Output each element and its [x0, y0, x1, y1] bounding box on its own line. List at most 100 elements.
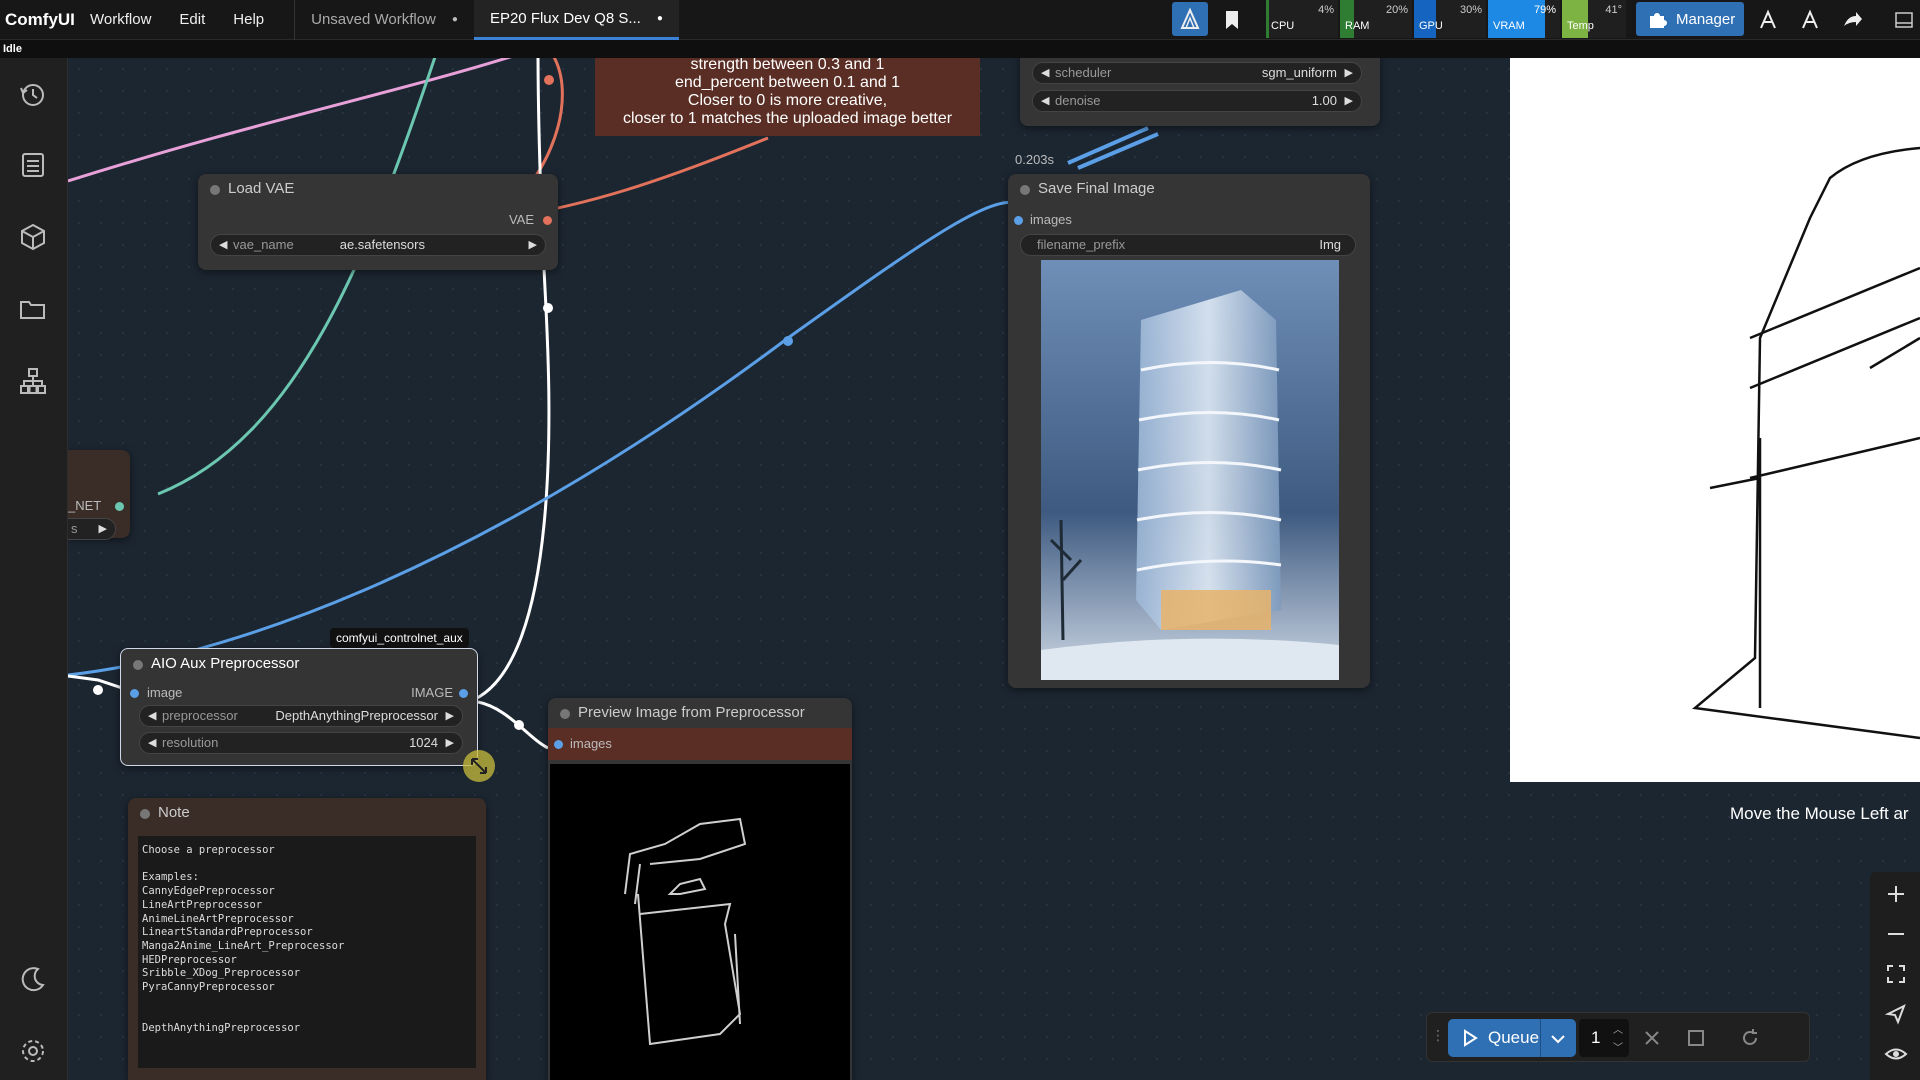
increment-icon[interactable]: ▶	[1345, 63, 1353, 83]
sketch-panel[interactable]	[1510, 58, 1920, 782]
preview-image-node[interactable]: Preview Image from Preprocessor images	[548, 698, 852, 1080]
save-image-node[interactable]: Save Final Image images filename_prefix …	[1008, 174, 1370, 688]
controlnet-node-partial[interactable]: _NET s ▶	[68, 450, 130, 540]
resize-cursor-icon	[471, 758, 487, 774]
decrement-icon[interactable]: ◀	[148, 733, 156, 753]
queue-list-icon[interactable]	[18, 150, 48, 180]
instruction-line: end_percent between 0.1 and 1	[674, 74, 901, 91]
images-input-port[interactable]	[554, 740, 563, 749]
denoise-widget[interactable]: ◀ denoise 1.00 ▶	[1032, 90, 1362, 112]
vae-output-port[interactable]	[543, 216, 552, 225]
images-input-port[interactable]	[1014, 216, 1023, 225]
moon-icon[interactable]	[18, 964, 48, 994]
batch-count-input[interactable]: 1 ︿ ﹀	[1579, 1019, 1629, 1057]
batch-count-value: 1	[1591, 1028, 1601, 1047]
scheduler-widget[interactable]: ◀ scheduler sgm_uniform ▶	[1032, 62, 1362, 84]
increment-icon[interactable]: ▶	[1345, 91, 1353, 111]
panel-toggle-icon[interactable]	[1894, 10, 1914, 30]
queue-button[interactable]: Queue	[1448, 1019, 1576, 1057]
vram-value: 79%	[1533, 4, 1556, 16]
instruction-note[interactable]: strength between 0.3 and 1 end_percent b…	[595, 58, 980, 136]
ram-label: RAM	[1345, 20, 1370, 32]
widget-value: sgm_uniform	[1261, 65, 1337, 80]
image-input-port[interactable]	[130, 689, 139, 698]
zoom-out-icon[interactable]	[1884, 922, 1908, 946]
tab-label: EP20 Flux Dev Q8 S...	[489, 9, 641, 27]
instruction-line: Closer to 0 is more creative,	[687, 92, 888, 109]
menu-help[interactable]: Help	[233, 11, 264, 28]
hand-drawn-sketch	[1692, 146, 1920, 740]
drag-handle-icon[interactable]: ⋮	[1431, 1027, 1445, 1044]
stepper-down-icon[interactable]: ﹀	[1613, 1039, 1623, 1054]
output-label: _NET	[68, 498, 102, 513]
canvas-zoom-tools	[1870, 872, 1920, 1080]
partial-widget[interactable]: s ▶	[68, 518, 116, 540]
link-reroute-dot	[514, 720, 524, 730]
increment-icon[interactable]: ▶	[446, 706, 454, 726]
chevron-down-icon[interactable]	[1548, 1029, 1568, 1049]
output-image[interactable]	[1041, 260, 1339, 680]
tab-label: Unsaved Workflow	[311, 11, 436, 28]
refresh-icon[interactable]	[1739, 1027, 1761, 1049]
gpu-monitor: GPU 30%	[1414, 0, 1486, 38]
widget-value: ae.safetensors	[339, 237, 425, 252]
tab-ep20-flux[interactable]: EP20 Flux Dev Q8 S... ●	[473, 0, 679, 40]
note-node[interactable]: Note Choose a preprocessor Examples: Can…	[128, 798, 486, 1080]
preprocessor-widget[interactable]: ◀ preprocessor DepthAnythingPreprocessor…	[139, 705, 463, 727]
node-source-badge: comfyui_controlnet_aux	[330, 628, 469, 648]
vae-name-widget[interactable]: ◀ vae_name ae.safetensors ▶	[210, 234, 546, 256]
widget-label: filename_prefix	[1037, 237, 1126, 252]
menu-edit[interactable]: Edit	[179, 11, 205, 28]
node-canvas[interactable]: strength between 0.3 and 1 end_percent b…	[68, 58, 1920, 1080]
bookmark-icon[interactable]	[1222, 8, 1242, 32]
cancel-icon[interactable]	[1641, 1027, 1663, 1049]
load-vae-node[interactable]: Load VAE VAE ◀ vae_name ae.safetensors ▶	[198, 174, 558, 270]
fit-view-icon[interactable]	[1884, 962, 1908, 986]
history-icon[interactable]	[18, 80, 48, 110]
widget-label: vae_name	[233, 237, 294, 252]
decrement-icon[interactable]: ◀	[219, 235, 227, 255]
bell-sketch-icon[interactable]	[1756, 8, 1780, 32]
aio-preprocessor-node[interactable]: AIO Aux Preprocessor image IMAGE ◀ prepr…	[120, 648, 478, 766]
stop-icon[interactable]	[1685, 1027, 1707, 1049]
share-icon[interactable]	[1840, 8, 1864, 32]
decrement-icon[interactable]: ◀	[148, 706, 156, 726]
output-port[interactable]	[115, 502, 124, 511]
app-brand: ComfyUI	[5, 9, 75, 29]
stepper-up-icon[interactable]: ︿	[1613, 1021, 1623, 1036]
model-cube-icon[interactable]	[18, 222, 48, 252]
resolution-widget[interactable]: ◀ resolution 1024 ▶	[139, 732, 463, 754]
folder-icon[interactable]	[18, 294, 48, 324]
increment-icon[interactable]: ▶	[529, 235, 537, 255]
decrement-icon[interactable]: ◀	[1041, 91, 1049, 111]
settings-gear-icon[interactable]	[18, 1036, 48, 1066]
crystools-button[interactable]	[1172, 2, 1208, 36]
increment-icon[interactable]: ▶	[99, 519, 107, 539]
depth-map-sketch	[624, 817, 747, 1046]
bell-sketch-icon-2[interactable]	[1798, 8, 1822, 32]
note-textarea[interactable]: Choose a preprocessor Examples: CannyEdg…	[138, 836, 476, 1068]
filename-prefix-widget[interactable]: filename_prefix Img	[1020, 234, 1356, 256]
gpu-label: GPU	[1419, 20, 1443, 32]
eye-icon[interactable]	[1884, 1042, 1908, 1066]
output-label: IMAGE	[411, 685, 453, 700]
decrement-icon[interactable]: ◀	[1041, 63, 1049, 83]
vram-monitor: VRAM 79%	[1488, 0, 1560, 38]
node-title: Load VAE	[198, 174, 558, 204]
preview-image[interactable]	[550, 764, 850, 1080]
manager-button[interactable]: Manager	[1636, 2, 1744, 36]
node-title: Preview Image from Preprocessor	[548, 698, 852, 728]
node-tree-icon[interactable]	[18, 366, 48, 396]
tab-unsaved-workflow[interactable]: Unsaved Workflow ●	[295, 0, 474, 40]
pointer-mode-icon[interactable]	[1884, 1002, 1908, 1026]
image-output-port[interactable]	[459, 689, 468, 698]
widget-label: s	[71, 521, 78, 536]
menu-workflow[interactable]: Workflow	[90, 11, 151, 28]
temp-label: Temp	[1567, 20, 1594, 32]
output-label: VAE	[508, 212, 534, 227]
increment-icon[interactable]: ▶	[446, 733, 454, 753]
widget-label: scheduler	[1055, 65, 1112, 80]
sampler-node-partial[interactable]: ◀ scheduler sgm_uniform ▶ ◀ denoise 1.00…	[1020, 58, 1380, 126]
zoom-in-icon[interactable]	[1884, 882, 1908, 906]
link-reroute-dot	[544, 75, 554, 85]
